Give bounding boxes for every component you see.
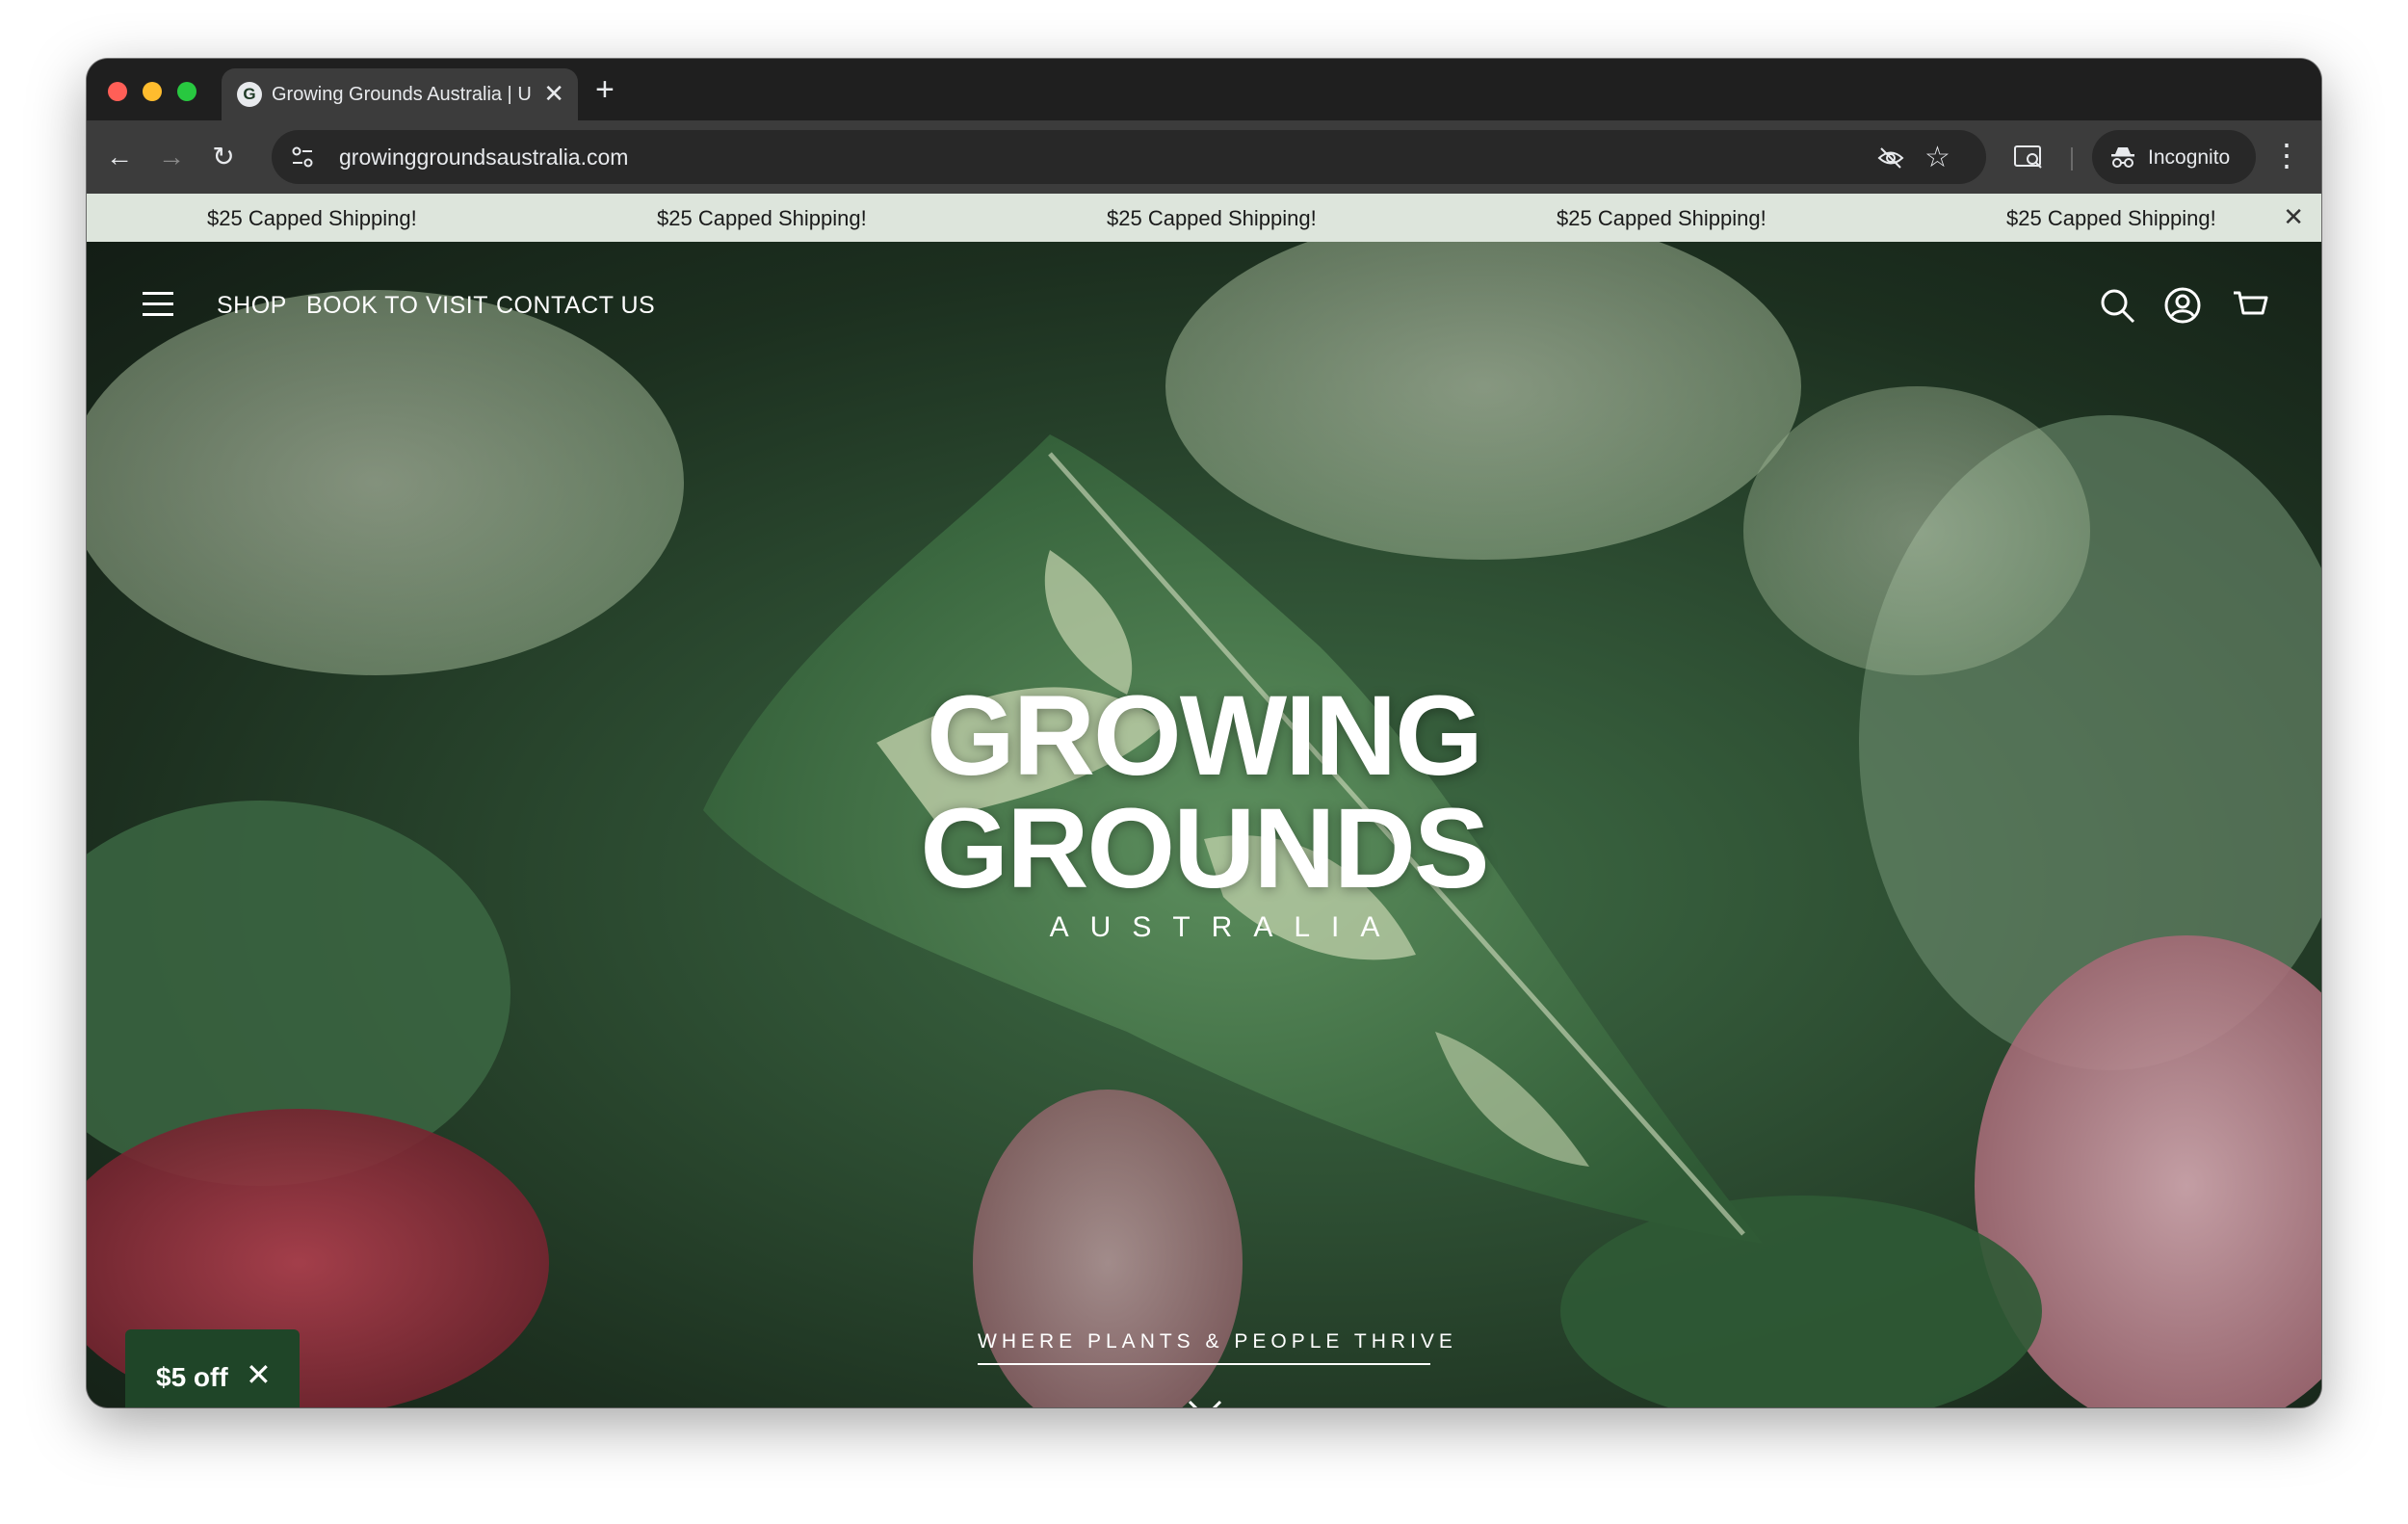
tab-strip: G Growing Grounds Australia | Unique Pla… bbox=[87, 59, 2321, 120]
account-icon[interactable] bbox=[2163, 286, 2202, 325]
browser-toolbar: ← → ↻ growinggroundsaustralia.com ☆ Inco… bbox=[87, 120, 2321, 194]
cast-search-icon[interactable] bbox=[2011, 140, 2046, 174]
site-header: SHOP BOOK TO VISIT CONTACT US bbox=[87, 242, 2321, 367]
minimize-window-button[interactable] bbox=[143, 82, 162, 101]
announcement-close-icon[interactable]: ✕ bbox=[2283, 203, 2304, 230]
tab-close-icon[interactable]: ✕ bbox=[543, 80, 564, 107]
announcement-item: $25 Capped Shipping! bbox=[207, 206, 417, 230]
brand-subtitle: AUSTRALIA bbox=[1049, 911, 1401, 943]
chevron-down-icon[interactable] bbox=[1187, 1398, 1223, 1407]
bookmark-star-icon[interactable]: ☆ bbox=[1924, 144, 1953, 172]
forward-button[interactable]: → bbox=[152, 138, 191, 176]
url-text[interactable]: growinggroundsaustralia.com bbox=[339, 145, 628, 171]
announcement-bar: $25 Capped Shipping! $25 Capped Shipping… bbox=[87, 194, 2321, 242]
discount-popup-button[interactable]: $5 off ✕ bbox=[125, 1329, 300, 1407]
nav-link-book-to-visit[interactable]: BOOK TO VISIT bbox=[306, 292, 488, 320]
close-window-button[interactable] bbox=[108, 82, 127, 101]
back-button[interactable]: ← bbox=[100, 138, 139, 176]
site-info-icon[interactable] bbox=[289, 144, 316, 171]
announcement-item: $25 Capped Shipping! bbox=[1557, 206, 1767, 230]
nav-link-shop[interactable]: SHOP bbox=[217, 292, 287, 320]
toolbar-separator bbox=[2071, 147, 2073, 171]
browser-window: G Growing Grounds Australia | Unique Pla… bbox=[87, 59, 2321, 1407]
reload-button[interactable]: ↻ bbox=[204, 138, 243, 176]
address-bar[interactable]: growinggroundsaustralia.com ☆ bbox=[272, 130, 1986, 184]
incognito-indicator[interactable]: Incognito bbox=[2092, 130, 2256, 184]
announcement-item: $25 Capped Shipping! bbox=[2006, 206, 2216, 230]
discount-close-icon[interactable]: ✕ bbox=[246, 1358, 272, 1391]
search-icon[interactable] bbox=[2098, 286, 2136, 325]
new-tab-button[interactable]: + bbox=[595, 72, 615, 107]
hero-banner: SHOP BOOK TO VISIT CONTACT US GROWING GR… bbox=[87, 242, 2321, 1407]
incognito-icon bbox=[2111, 147, 2134, 168]
announcement-item: $25 Capped Shipping! bbox=[657, 206, 867, 230]
hero-tagline: WHERE PLANTS & PEOPLE THRIVE bbox=[978, 1330, 1453, 1365]
nav-link-contact-us[interactable]: CONTACT US bbox=[496, 292, 655, 320]
maximize-window-button[interactable] bbox=[177, 82, 196, 101]
browser-tab[interactable]: G Growing Grounds Australia | Unique Pla… bbox=[222, 68, 578, 120]
eye-off-icon[interactable] bbox=[1876, 144, 1905, 172]
brand-title-line-2: GROUNDS bbox=[920, 785, 1489, 912]
cart-icon[interactable] bbox=[2231, 286, 2269, 325]
favicon-icon: G bbox=[237, 82, 262, 107]
tab-title: Growing Grounds Australia | Unique Plant… bbox=[272, 84, 532, 105]
hamburger-icon[interactable] bbox=[143, 292, 173, 317]
browser-menu-icon[interactable]: ⋮ bbox=[2271, 136, 2302, 174]
incognito-label: Incognito bbox=[2148, 146, 2231, 169]
announcement-item: $25 Capped Shipping! bbox=[1107, 206, 1317, 230]
discount-label[interactable]: $5 off bbox=[156, 1362, 228, 1393]
brand-title-line-1: GROWING bbox=[927, 672, 1483, 800]
